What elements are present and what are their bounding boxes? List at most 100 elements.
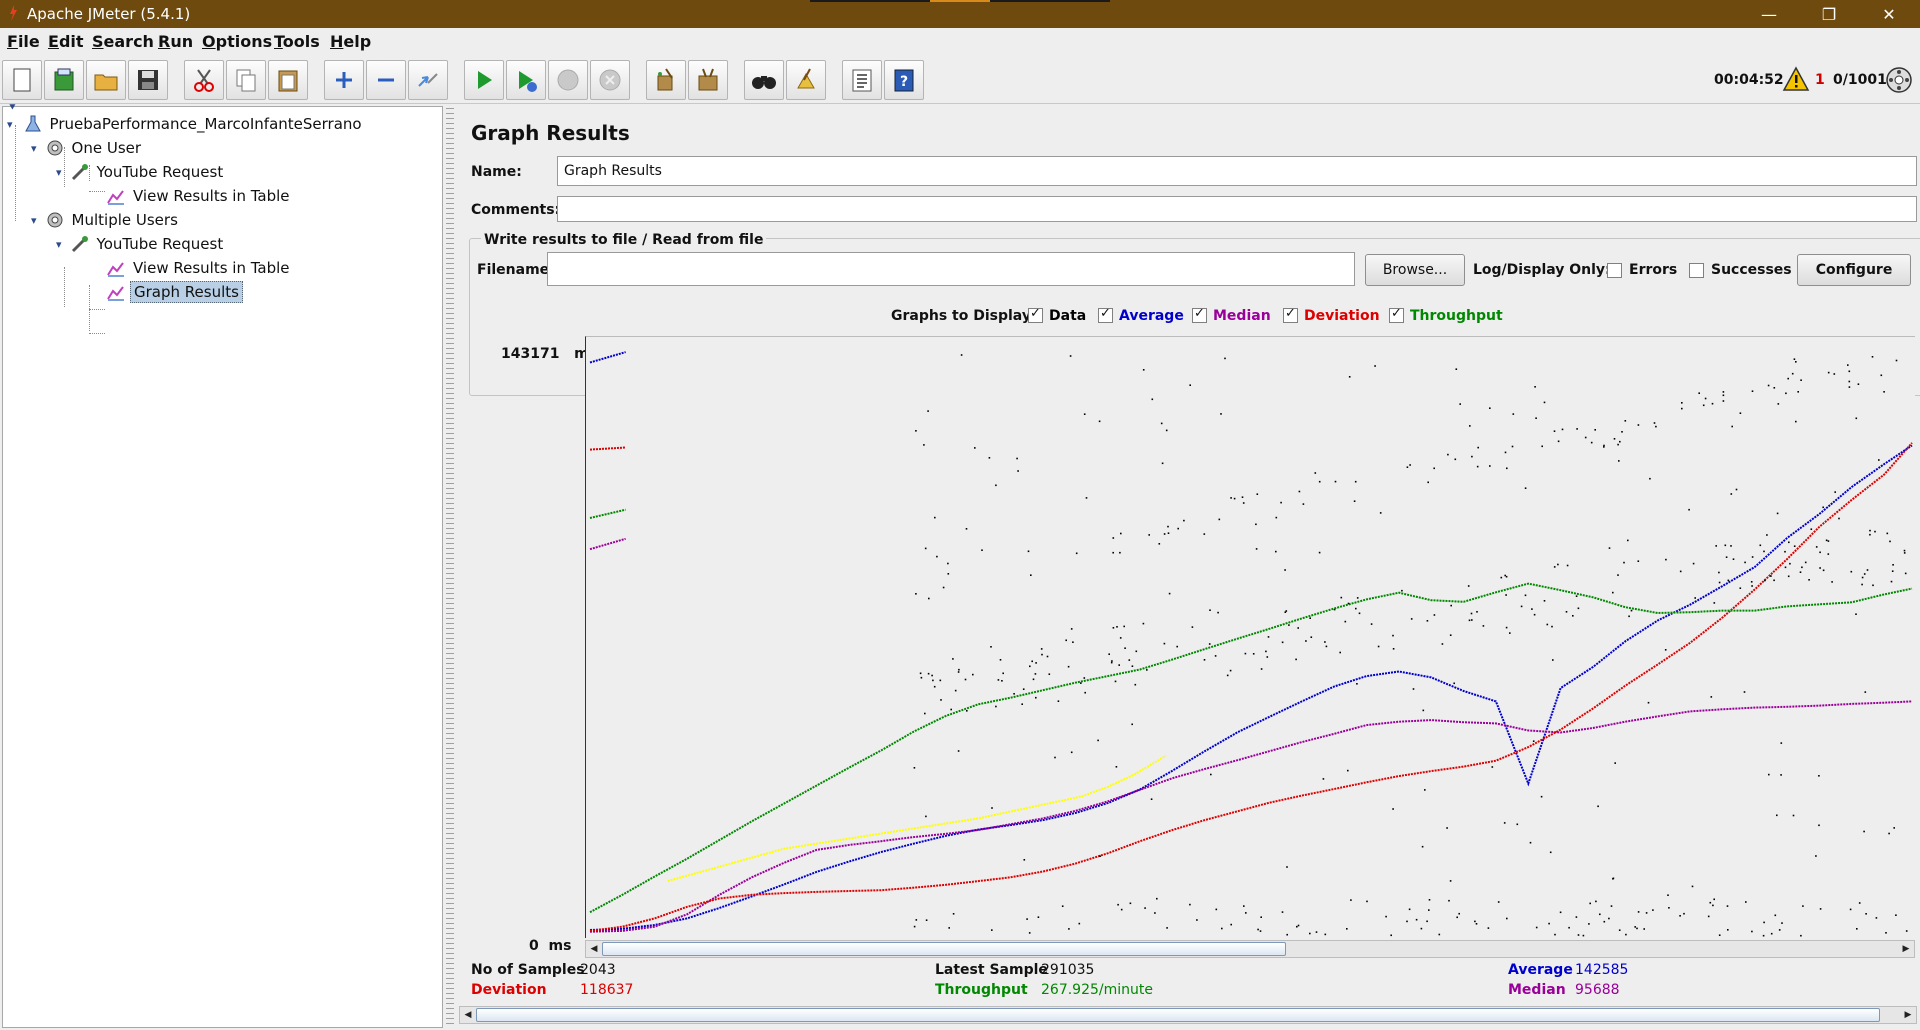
warning-icon[interactable] — [1782, 66, 1810, 92]
stop-button[interactable] — [548, 60, 588, 100]
help-button[interactable]: ? — [884, 60, 924, 100]
tree-node-youtube-request-2[interactable]: ▾ YouTube Request — [56, 233, 226, 255]
tree-node-multiple-users[interactable]: ▾ Multiple Users — [31, 209, 181, 231]
tree-toggle-icon[interactable]: ▾ — [56, 166, 62, 179]
data-point — [1863, 573, 1866, 575]
paste-button[interactable] — [268, 60, 308, 100]
toggle-button[interactable] — [408, 60, 448, 100]
data-point — [1281, 911, 1284, 913]
clear-button[interactable] — [646, 60, 686, 100]
data-point — [1013, 693, 1015, 695]
y-axis-zero-label: 0 ms — [529, 938, 571, 954]
save-button[interactable] — [128, 60, 168, 100]
data-point — [1608, 547, 1611, 549]
median-checkbox[interactable] — [1192, 306, 1207, 323]
templates-button[interactable] — [44, 60, 84, 100]
data-point — [1694, 597, 1696, 599]
data-point — [1120, 908, 1123, 911]
tree-node-graph-results[interactable]: Graph Results — [106, 281, 243, 303]
new-button[interactable] — [2, 60, 42, 100]
menu-file[interactable]: File — [7, 32, 40, 51]
panel-scrollbar[interactable]: ◀ ▶ — [459, 1006, 1917, 1024]
close-button[interactable]: ✕ — [1866, 0, 1912, 28]
data-point — [1487, 927, 1490, 929]
browse-button[interactable]: Browse... — [1365, 254, 1465, 286]
title-bar-mark — [810, 0, 930, 2]
scroll-right-icon[interactable]: ▶ — [1898, 941, 1914, 957]
data-point — [1831, 581, 1833, 583]
graph-scrollbar-thumb[interactable] — [602, 942, 1286, 956]
comments-input[interactable] — [557, 196, 1917, 222]
data-point — [1764, 579, 1766, 582]
menu-options[interactable]: Options — [202, 32, 272, 51]
data-point — [1808, 579, 1810, 581]
configure-button[interactable]: Configure — [1797, 254, 1911, 286]
data-point — [1504, 574, 1506, 577]
average-checkbox[interactable] — [1098, 306, 1113, 323]
tree-node-view-results-1[interactable]: View Results in Table — [106, 185, 293, 207]
data-checkbox[interactable] — [1028, 306, 1043, 323]
test-plan-tree[interactable]: ⯆ ▾ PruebaPerformance_MarcoInfanteSerran… — [2, 101, 443, 1028]
data-point — [1447, 453, 1449, 456]
data-point — [1643, 928, 1645, 930]
tree-toggle-icon[interactable]: ▾ — [56, 238, 62, 251]
shutdown-button[interactable] — [590, 60, 630, 100]
scroll-left-icon[interactable]: ◀ — [586, 941, 602, 957]
copy-button[interactable] — [226, 60, 266, 100]
deviation-value: 118637 — [580, 982, 634, 998]
expand-all-button[interactable] — [324, 60, 364, 100]
search-button[interactable] — [744, 60, 784, 100]
menu-run[interactable]: Run — [158, 32, 193, 51]
panel-scrollbar-thumb[interactable] — [476, 1008, 1880, 1022]
menu-search[interactable]: Search — [92, 32, 154, 51]
name-input[interactable]: Graph Results — [557, 156, 1917, 186]
tree-node-youtube-request-1[interactable]: ▾ YouTube Request — [56, 161, 226, 183]
data-point — [1793, 545, 1796, 547]
data-point — [1543, 401, 1546, 404]
menu-edit[interactable]: Edit — [48, 32, 84, 51]
function-helper-button[interactable] — [842, 60, 882, 100]
successes-checkbox[interactable] — [1689, 263, 1704, 278]
start-no-pauses-button[interactable] — [506, 60, 546, 100]
deviation-checkbox[interactable] — [1283, 306, 1298, 323]
collapse-all-button[interactable] — [366, 60, 406, 100]
data-point — [1288, 624, 1290, 626]
scroll-right-icon[interactable]: ▶ — [1900, 1007, 1916, 1023]
start-button[interactable] — [464, 60, 504, 100]
tree-toggle-icon[interactable]: ▾ — [31, 142, 37, 155]
throughput-checkbox[interactable] — [1389, 306, 1404, 323]
menu-tools[interactable]: Tools — [274, 32, 320, 51]
average-value: 142585 — [1575, 962, 1629, 978]
filename-input[interactable] — [547, 252, 1355, 286]
menu-help[interactable]: Help — [330, 32, 371, 51]
data-point — [1630, 609, 1633, 612]
tree-node-view-results-2[interactable]: View Results in Table — [106, 257, 293, 279]
tree-node-one-user[interactable]: ▾ One User — [31, 137, 144, 159]
reset-search-button[interactable] — [786, 60, 826, 100]
errors-checkbox[interactable] — [1607, 263, 1622, 278]
graph-scrollbar[interactable]: ◀ ▶ — [585, 940, 1915, 958]
restore-button[interactable]: ❐ — [1806, 0, 1852, 28]
data-point — [1637, 911, 1640, 913]
tree-toggle-icon[interactable]: ▾ — [31, 214, 37, 227]
tree-node-test-plan[interactable]: ▾ PruebaPerformance_MarcoInfanteSerrano — [7, 113, 365, 135]
data-point — [1456, 916, 1458, 919]
data-point — [1475, 923, 1478, 925]
panel-splitter[interactable] — [446, 106, 454, 1028]
http-sampler-icon — [71, 236, 88, 253]
minimize-button[interactable]: — — [1746, 0, 1792, 28]
data-point — [1034, 673, 1037, 675]
data-point — [1866, 569, 1869, 571]
scroll-left-icon[interactable]: ◀ — [460, 1007, 476, 1023]
data-point — [1286, 933, 1288, 936]
data-point — [1286, 866, 1288, 868]
data-point — [1784, 550, 1786, 553]
data-point — [1075, 552, 1078, 555]
cut-button[interactable] — [184, 60, 224, 100]
tree-toggle-icon[interactable]: ▾ — [7, 118, 13, 131]
data-point — [1257, 928, 1259, 931]
open-button[interactable] — [86, 60, 126, 100]
data-point — [1711, 402, 1714, 405]
clear-all-button[interactable] — [688, 60, 728, 100]
data-point — [1890, 580, 1893, 583]
